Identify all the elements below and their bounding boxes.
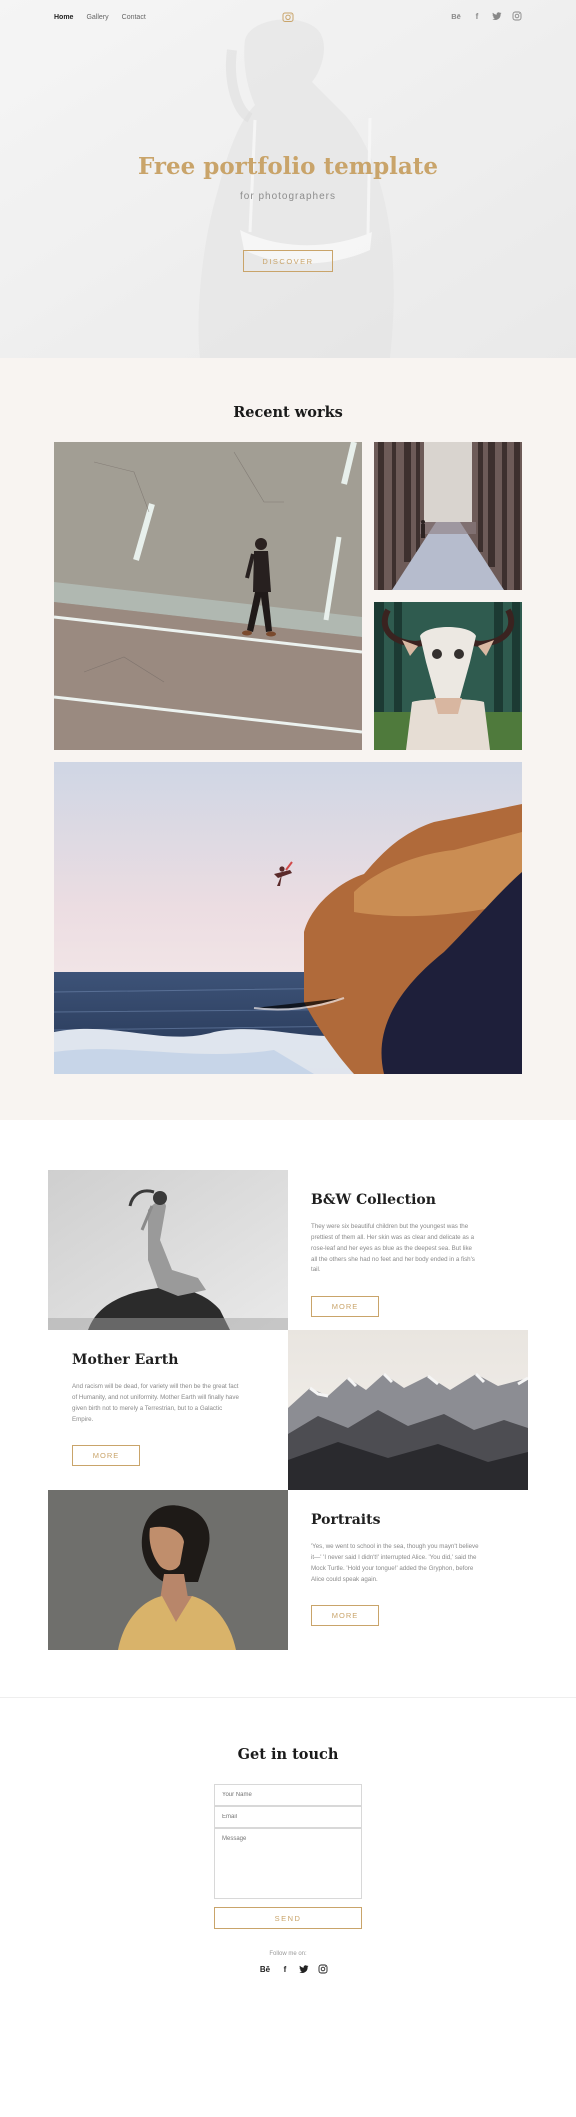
nav-links: Home Gallery Contact: [54, 14, 146, 21]
nav-gallery-link[interactable]: Gallery: [86, 14, 108, 21]
photo-skull-mask[interactable]: [374, 602, 522, 750]
send-button[interactable]: SEND: [214, 1907, 362, 1929]
contact-title: Get in touch: [237, 1746, 339, 1763]
photo-portrait-woman[interactable]: [48, 1490, 288, 1650]
bw-collection-more-button[interactable]: MORE: [311, 1296, 379, 1318]
photo-bw-collection[interactable]: [48, 1170, 288, 1330]
facebook-icon[interactable]: f: [280, 1964, 290, 1974]
bw-collection-title: B&W Collection: [311, 1192, 436, 1208]
hero-subtitle: for photographers: [240, 191, 336, 202]
hero-title: Free portfolio template: [137, 153, 439, 180]
instagram-icon[interactable]: [512, 11, 522, 21]
behance-icon[interactable]: Bē: [259, 1964, 271, 1974]
portraits-description: 'Yes, we went to school in the sea, thou…: [311, 1543, 479, 1583]
nav-home-link[interactable]: Home: [54, 14, 73, 21]
discover-button[interactable]: DISCOVER: [243, 250, 333, 272]
hero-section: Home Gallery Contact Bē f Free portfolio…: [0, 0, 576, 358]
footer-social-links: Bē f: [259, 1964, 328, 1974]
bw-collection-text: B&W Collection They were six beautiful c…: [311, 1192, 479, 1318]
camera-icon[interactable]: [282, 11, 294, 23]
mother-earth-description: And racism will be dead, for variety wil…: [72, 1383, 239, 1423]
photo-forest-road[interactable]: [374, 442, 522, 590]
photo-mountains[interactable]: [288, 1330, 528, 1490]
name-field[interactable]: [214, 1784, 362, 1806]
twitter-icon[interactable]: [299, 1964, 309, 1974]
photo-cliff-jump[interactable]: [54, 762, 522, 1074]
bw-collection-description: They were six beautiful children but the…: [311, 1223, 475, 1274]
photo-man-crossing-road[interactable]: [54, 442, 362, 750]
mother-earth-title: Mother Earth: [72, 1352, 179, 1368]
mother-earth-text: Mother Earth And racism will be dead, fo…: [72, 1352, 240, 1467]
contact-section: Get in touch SEND Follow me on: Bē f: [0, 1698, 576, 2117]
mother-earth-more-button[interactable]: MORE: [72, 1445, 140, 1467]
collections-section: B&W Collection They were six beautiful c…: [0, 1120, 576, 1698]
portraits-title: Portraits: [311, 1512, 381, 1528]
follow-me-label: Follow me on:: [269, 1951, 307, 1957]
email-field[interactable]: [214, 1806, 362, 1828]
portraits-more-button[interactable]: MORE: [311, 1605, 379, 1627]
twitter-icon[interactable]: [492, 11, 502, 21]
page: Home Gallery Contact Bē f Free portfolio…: [0, 0, 576, 2117]
portraits-text: Portraits 'Yes, we went to school in the…: [311, 1512, 479, 1627]
nav-contact-link[interactable]: Contact: [122, 14, 146, 21]
recent-works-section: Recent works: [0, 358, 576, 1120]
instagram-icon[interactable]: [318, 1964, 328, 1974]
message-field[interactable]: [214, 1828, 362, 1899]
behance-icon[interactable]: Bē: [450, 11, 462, 21]
facebook-icon[interactable]: f: [472, 11, 482, 21]
recent-works-title: Recent works: [233, 404, 343, 421]
header-social-links: Bē f: [450, 11, 522, 21]
